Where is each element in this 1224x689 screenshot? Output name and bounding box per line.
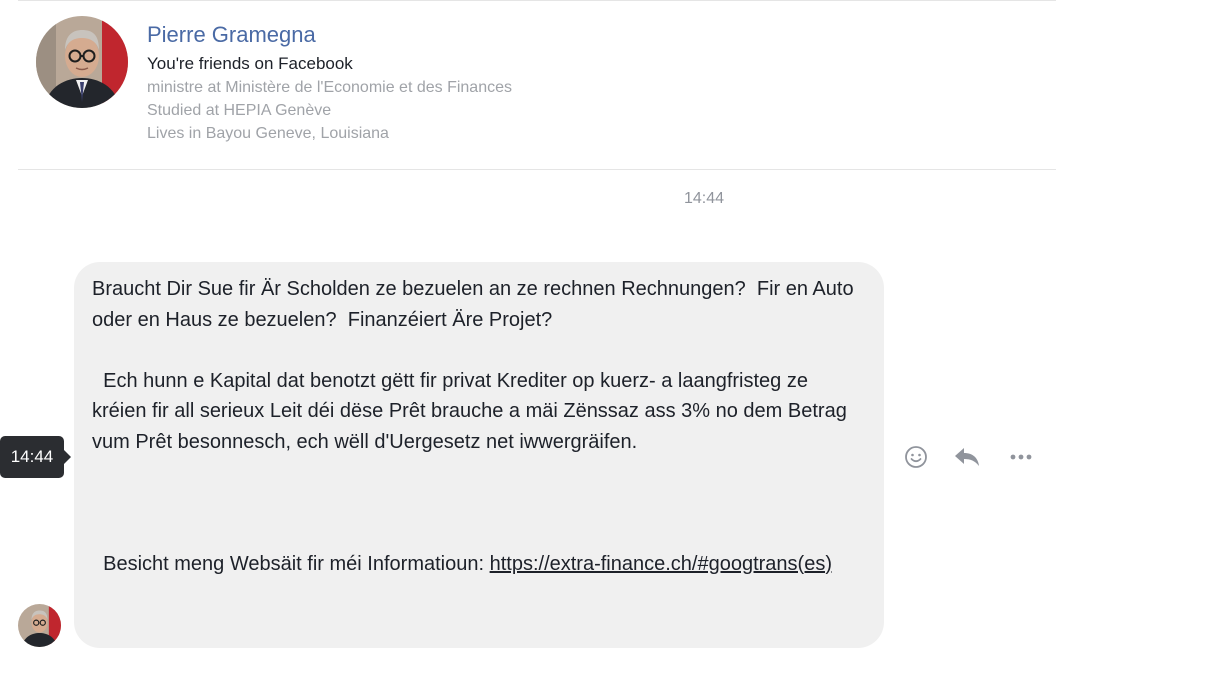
profile-info: Pierre Gramegna You're friends on Facebo… (147, 20, 512, 145)
sender-photo-icon (18, 604, 61, 647)
profile-header: Pierre Gramegna You're friends on Facebo… (18, 0, 1056, 170)
profile-location: Lives in Bayou Geneve, Louisiana (147, 125, 389, 142)
message-time-tooltip: 14:44 (0, 436, 71, 478)
message-paragraph-3: Besicht meng Websäit fir méi Informatiou… (92, 549, 864, 580)
messenger-conversation: Pierre Gramegna You're friends on Facebo… (0, 0, 1224, 689)
message-spacer (92, 457, 864, 488)
smiley-icon (905, 446, 927, 468)
profile-work: ministre at Ministère de l'Economie et d… (147, 79, 512, 96)
react-button[interactable] (901, 442, 931, 472)
conversation-timestamp: 14:44 (684, 190, 725, 207)
message-bubble[interactable]: Braucht Dir Sue fir Är Scholden ze bezue… (74, 262, 884, 648)
profile-photo-icon (36, 16, 128, 108)
profile-name-link[interactable]: Pierre Gramegna (147, 20, 512, 50)
reply-icon (955, 448, 979, 466)
reply-button[interactable] (952, 442, 982, 472)
message-link[interactable]: https://extra-finance.ch/#googtrans(es) (490, 553, 832, 575)
message-spacer (92, 335, 864, 366)
message-paragraph-1: Braucht Dir Sue fir Är Scholden ze bezue… (92, 278, 860, 331)
message-spacer (92, 518, 864, 549)
more-button[interactable] (1006, 442, 1036, 472)
message-link-prefix: Besicht meng Websäit fir méi Informatiou… (92, 552, 490, 575)
message-spacer (92, 488, 864, 519)
message-paragraph-2: Ech hunn e Kapital dat benotzt gëtt fir … (92, 369, 853, 453)
more-icon (1010, 454, 1032, 460)
profile-education: Studied at HEPIA Genève (147, 102, 332, 119)
profile-avatar[interactable] (36, 16, 128, 108)
friend-status: You're friends on Facebook (147, 54, 353, 73)
sender-avatar[interactable] (18, 604, 61, 647)
